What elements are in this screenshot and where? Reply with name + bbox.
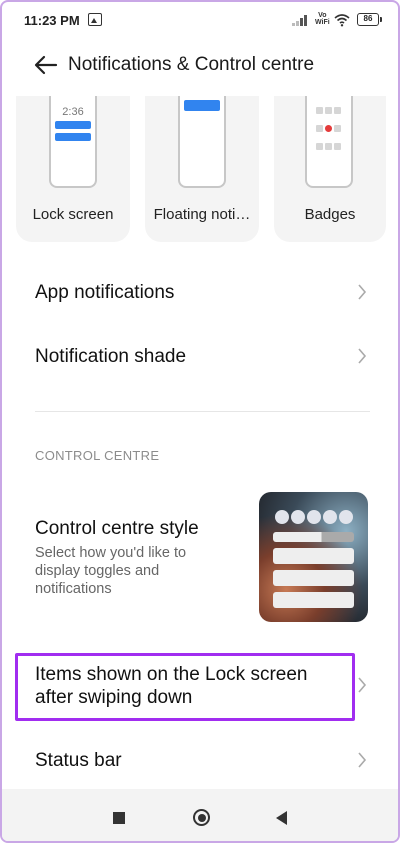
card-badges[interactable]: Badges bbox=[274, 96, 386, 242]
preview-toggle bbox=[291, 510, 305, 524]
row-title: Status bar bbox=[35, 750, 122, 771]
page-title: Notifications & Control centre bbox=[68, 54, 315, 75]
signal-icon bbox=[292, 14, 310, 26]
preview-toggle bbox=[307, 510, 321, 524]
row-subtitle: Select how you'd like to display toggles… bbox=[35, 545, 187, 597]
card-label: Floating noti… bbox=[153, 206, 251, 223]
card-label: Lock screen bbox=[32, 206, 114, 223]
status-time: 11:23 PM bbox=[24, 13, 80, 28]
back-triangle-icon[interactable] bbox=[276, 811, 287, 825]
preview-notification-bar bbox=[55, 121, 91, 129]
lock-screen-preview: 2:36 bbox=[49, 96, 97, 188]
recents-square-icon[interactable] bbox=[113, 812, 125, 824]
preview-floating-bar bbox=[184, 100, 220, 111]
navigation-bar bbox=[2, 789, 398, 841]
preview-toggle bbox=[323, 510, 337, 524]
back-arrow-icon[interactable] bbox=[32, 52, 60, 78]
preview-toggle bbox=[275, 510, 289, 524]
app-grid-icon bbox=[315, 106, 343, 160]
preview-clock: 2:36 bbox=[62, 106, 84, 118]
preview-notification-card bbox=[273, 570, 354, 586]
battery-icon: 86 bbox=[357, 13, 382, 26]
card-floating-notifications[interactable]: Floating noti… bbox=[145, 96, 259, 242]
chevron-right-icon bbox=[358, 677, 367, 693]
status-bar: 11:23 PM Vo WiFi 86 bbox=[2, 2, 398, 40]
app-notifications-item[interactable]: App notifications bbox=[2, 264, 398, 320]
row-title: Control centre style bbox=[35, 518, 199, 539]
preview-notification-card bbox=[273, 592, 354, 608]
control-centre-preview bbox=[259, 492, 368, 622]
vowifi-line1: Vo bbox=[318, 12, 327, 19]
preview-brightness-bar bbox=[273, 532, 354, 542]
preview-notification-card bbox=[273, 548, 354, 564]
row-title: Notification shade bbox=[35, 346, 187, 367]
badges-preview bbox=[305, 96, 353, 188]
row-title: App notifications bbox=[35, 282, 175, 303]
section-header: CONTROL CENTRE bbox=[35, 448, 160, 463]
card-label: Badges bbox=[304, 206, 356, 223]
chevron-right-icon bbox=[358, 752, 367, 768]
vowifi-indicator: Vo WiFi bbox=[315, 12, 330, 26]
chevron-right-icon bbox=[358, 348, 367, 364]
preview-toggle bbox=[339, 510, 353, 524]
badge-dot-icon bbox=[325, 125, 332, 132]
highlight-box bbox=[15, 653, 355, 721]
divider bbox=[35, 411, 370, 412]
chevron-right-icon bbox=[358, 284, 367, 300]
home-circle-icon[interactable] bbox=[193, 809, 210, 826]
status-bar-item[interactable]: Status bar bbox=[2, 734, 398, 786]
vowifi-line2: WiFi bbox=[315, 19, 330, 26]
wifi-icon bbox=[334, 14, 350, 27]
notification-shade-item[interactable]: Notification shade bbox=[2, 328, 398, 384]
floating-preview bbox=[178, 96, 226, 188]
card-lock-screen[interactable]: 2:36 Lock screen bbox=[16, 96, 130, 242]
preview-notification-bar bbox=[55, 133, 91, 141]
gallery-notification-icon bbox=[88, 13, 102, 26]
app-header: Notifications & Control centre bbox=[2, 46, 398, 84]
screen-frame: 11:23 PM Vo WiFi 86 Notifications & Cont… bbox=[0, 0, 400, 843]
